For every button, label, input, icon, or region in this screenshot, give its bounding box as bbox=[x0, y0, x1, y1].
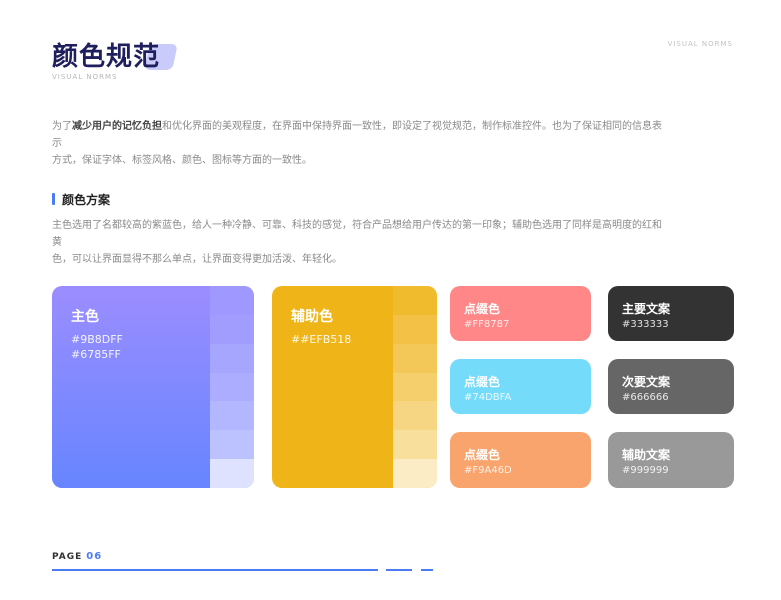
tint-swatch bbox=[210, 430, 254, 460]
section-desc-line-1: 主色选用了名都较高的紫蓝色，给人一种冷静、可靠、科技的感觉，符合产品想给用户传达… bbox=[52, 220, 662, 248]
tint-swatch bbox=[393, 401, 437, 431]
secondary-tint-swatches bbox=[393, 286, 437, 488]
section-desc-line-2: 色，可以让界面显得不那么单点，让界面变得更加活泼、年轻化。 bbox=[52, 254, 342, 265]
primary-color-code-2: #6785FF bbox=[71, 348, 121, 361]
accent-color-label: 点缀色 bbox=[464, 448, 501, 462]
text-color-label: 主要文案 bbox=[622, 302, 671, 316]
secondary-color-code: ##EFB518 bbox=[291, 333, 352, 346]
tint-swatch bbox=[393, 459, 437, 488]
page-subtitle: VISUAL NORMS bbox=[52, 73, 118, 81]
intro-emphasis: 减少用户的记忆负担 bbox=[72, 121, 162, 132]
tint-swatch bbox=[393, 430, 437, 460]
text-color-code: #333333 bbox=[622, 319, 669, 330]
text-color-card: 主要文案 #333333 bbox=[608, 286, 734, 341]
tint-swatch bbox=[210, 314, 254, 344]
page-number: 06 bbox=[86, 551, 103, 562]
tint-swatch bbox=[210, 372, 254, 402]
primary-color-code-1: #9B8DFF bbox=[71, 333, 123, 346]
text-color-card: 辅助文案 #999999 bbox=[608, 432, 734, 488]
page-title: 颜色规范 bbox=[52, 42, 161, 72]
tint-swatch bbox=[210, 459, 254, 488]
accent-color-code: #FF8787 bbox=[464, 319, 510, 330]
intro-paragraph: 为了减少用户的记忆负担和优化界面的美观程度，在界面中保持界面一致性，即设定了视觉… bbox=[52, 118, 667, 169]
accent-color-label: 点缀色 bbox=[464, 375, 501, 389]
text-color-code: #666666 bbox=[622, 392, 669, 403]
tint-swatch bbox=[210, 286, 254, 315]
title-block: 颜色规范 VISUAL NORMS bbox=[52, 36, 192, 86]
tint-swatch bbox=[393, 372, 437, 402]
page-indicator: PAGE 06 bbox=[52, 551, 102, 562]
accent-color-code: #74DBFA bbox=[464, 392, 512, 403]
tint-swatch bbox=[393, 286, 437, 315]
section-title: 颜色方案 bbox=[62, 193, 111, 207]
accent-color-card: 点缀色 #F9A46D bbox=[450, 432, 591, 488]
section-marker bbox=[52, 193, 55, 205]
primary-color-label: 主色 bbox=[71, 309, 99, 325]
footer-line bbox=[52, 569, 378, 571]
tint-swatch bbox=[393, 314, 437, 344]
page-label: PAGE bbox=[52, 552, 83, 562]
accent-color-card: 点缀色 #FF8787 bbox=[450, 286, 591, 341]
tint-swatch bbox=[393, 343, 437, 373]
secondary-color-label: 辅助色 bbox=[291, 309, 333, 325]
footer-line-dot bbox=[421, 569, 433, 571]
tint-swatch bbox=[210, 401, 254, 431]
primary-color-card: 主色 #9B8DFF #6785FF bbox=[52, 286, 254, 488]
text-color-label: 次要文案 bbox=[622, 375, 671, 389]
intro-prefix: 为了 bbox=[52, 121, 72, 132]
text-color-card: 次要文案 #666666 bbox=[608, 359, 734, 414]
accent-color-card: 点缀色 #74DBFA bbox=[450, 359, 591, 414]
footer-line-short bbox=[386, 569, 412, 571]
primary-tint-swatches bbox=[210, 286, 254, 488]
accent-color-code: #F9A46D bbox=[464, 465, 512, 476]
text-color-code: #999999 bbox=[622, 465, 669, 476]
header-tag: VISUAL NORMS bbox=[667, 40, 733, 48]
secondary-color-card: 辅助色 ##EFB518 bbox=[272, 286, 437, 488]
text-color-label: 辅助文案 bbox=[622, 448, 671, 462]
tint-swatch bbox=[210, 343, 254, 373]
section-description: 主色选用了名都较高的紫蓝色，给人一种冷静、可靠、科技的感觉，符合产品想给用户传达… bbox=[52, 217, 662, 268]
intro-text-2: 方式，保证字体、标签风格、颜色、图标等方面的一致性。 bbox=[52, 155, 312, 166]
accent-color-label: 点缀色 bbox=[464, 302, 501, 316]
